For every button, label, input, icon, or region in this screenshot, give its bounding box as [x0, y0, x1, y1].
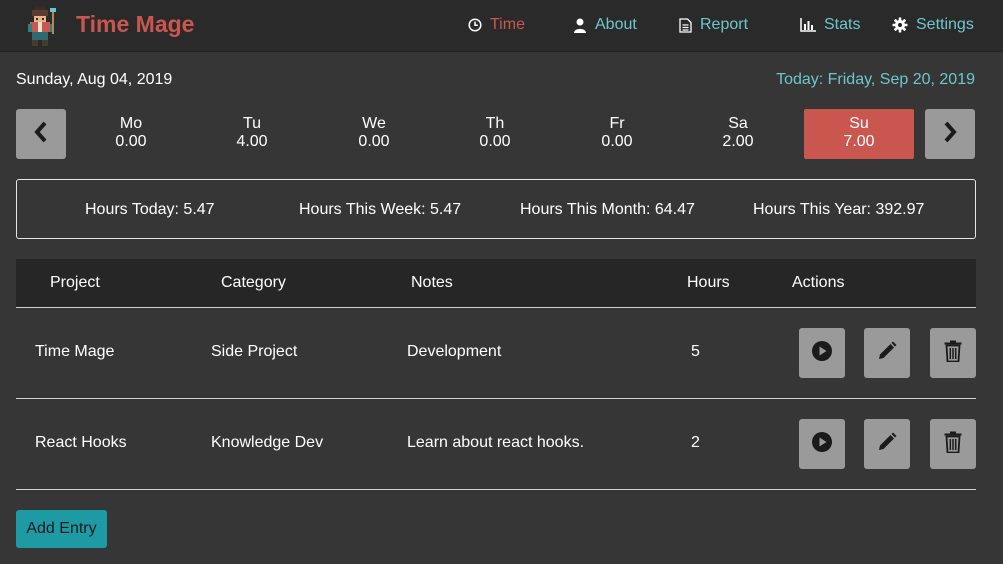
add-entry-button[interactable]: Add Entry [16, 510, 107, 548]
top-navbar: Time Mage Time About Report Stats Settin… [0, 0, 1003, 52]
day-name: Tu [242, 115, 262, 132]
cell-hours: 2 [691, 434, 700, 451]
start-timer-button[interactable] [799, 328, 845, 378]
gear-icon [892, 17, 908, 33]
day-hours: 4.00 [236, 133, 268, 150]
day-sa[interactable]: Sa 2.00 [683, 109, 793, 159]
app-title[interactable]: Time Mage [76, 11, 194, 38]
hours-year: Hours This Year: 392.97 [753, 201, 925, 218]
nav-time-label: Time [490, 16, 525, 33]
play-icon [811, 340, 833, 367]
pencil-icon [877, 341, 897, 366]
bar-chart-icon [800, 18, 816, 32]
header-notes: Notes [411, 274, 453, 291]
day-th[interactable]: Th 0.00 [440, 109, 550, 159]
next-week-button[interactable] [925, 109, 975, 159]
day-name: Mo [119, 115, 143, 132]
day-name: Sa [728, 115, 748, 132]
hours-summary: Hours Today: 5.47 Hours This Week: 5.47 … [16, 179, 976, 239]
cell-project: Time Mage [35, 343, 115, 360]
delete-entry-button[interactable] [930, 328, 976, 378]
day-hours: 0.00 [479, 133, 511, 150]
document-icon [679, 17, 692, 33]
nav-settings-label: Settings [916, 16, 974, 33]
nav-stats-label: Stats [824, 16, 861, 33]
edit-entry-button[interactable] [864, 328, 910, 378]
start-timer-button[interactable] [799, 419, 845, 469]
day-su[interactable]: Su 7.00 [804, 109, 914, 159]
nav-time[interactable]: Time [468, 16, 525, 34]
clock-icon [468, 18, 482, 32]
day-tu[interactable]: Tu 4.00 [197, 109, 307, 159]
cell-hours: 5 [691, 343, 700, 360]
hours-month: Hours This Month: 64.47 [520, 201, 695, 218]
day-name: Th [485, 115, 505, 132]
day-name: Fr [609, 115, 625, 132]
trash-icon [944, 431, 962, 458]
day-name: Su [849, 115, 869, 132]
delete-entry-button[interactable] [930, 419, 976, 469]
entries-table-header: Project Category Notes Hours Actions [16, 259, 976, 308]
chevron-right-icon [943, 121, 957, 148]
day-we[interactable]: We 0.00 [319, 109, 429, 159]
selected-date: Sunday, Aug 04, 2019 [16, 71, 173, 88]
cell-project: React Hooks [35, 434, 127, 451]
nav-stats[interactable]: Stats [800, 16, 860, 34]
day-hours: 7.00 [843, 133, 875, 150]
header-actions: Actions [792, 274, 845, 291]
nav-report-label: Report [700, 16, 749, 33]
cell-category: Side Project [211, 343, 298, 360]
play-icon [811, 431, 833, 458]
nav-settings[interactable]: Settings [892, 16, 974, 34]
day-mo[interactable]: Mo 0.00 [76, 109, 186, 159]
today-link[interactable]: Today: Friday, Sep 20, 2019 [776, 71, 975, 89]
day-hours: 0.00 [358, 133, 390, 150]
header-category: Category [221, 274, 286, 291]
day-name: We [362, 115, 386, 132]
cell-category: Knowledge Dev [211, 434, 324, 451]
prev-week-button[interactable] [16, 109, 66, 159]
nav-about-label: About [595, 16, 637, 33]
hours-week: Hours This Week: 5.47 [299, 201, 462, 218]
day-hours: 0.00 [115, 133, 147, 150]
chevron-left-icon [34, 121, 48, 148]
nav-report[interactable]: Report [679, 16, 748, 34]
day-hours: 2.00 [722, 133, 754, 150]
table-row: React Hooks Knowledge Dev Learn about re… [16, 399, 976, 490]
pencil-icon [877, 432, 897, 457]
day-hours: 0.00 [601, 133, 633, 150]
day-fr[interactable]: Fr 0.00 [562, 109, 672, 159]
hours-today: Hours Today: 5.47 [85, 201, 215, 218]
trash-icon [944, 340, 962, 367]
edit-entry-button[interactable] [864, 419, 910, 469]
header-project: Project [50, 274, 100, 291]
cell-notes: Learn about react hooks. [407, 434, 585, 451]
nav-about[interactable]: About [573, 16, 637, 34]
cell-notes: Development [407, 343, 502, 360]
pixel-mage-logo[interactable] [24, 6, 58, 46]
user-icon [573, 18, 587, 33]
header-hours: Hours [687, 274, 730, 291]
table-row: Time Mage Side Project Development 5 [16, 308, 976, 399]
